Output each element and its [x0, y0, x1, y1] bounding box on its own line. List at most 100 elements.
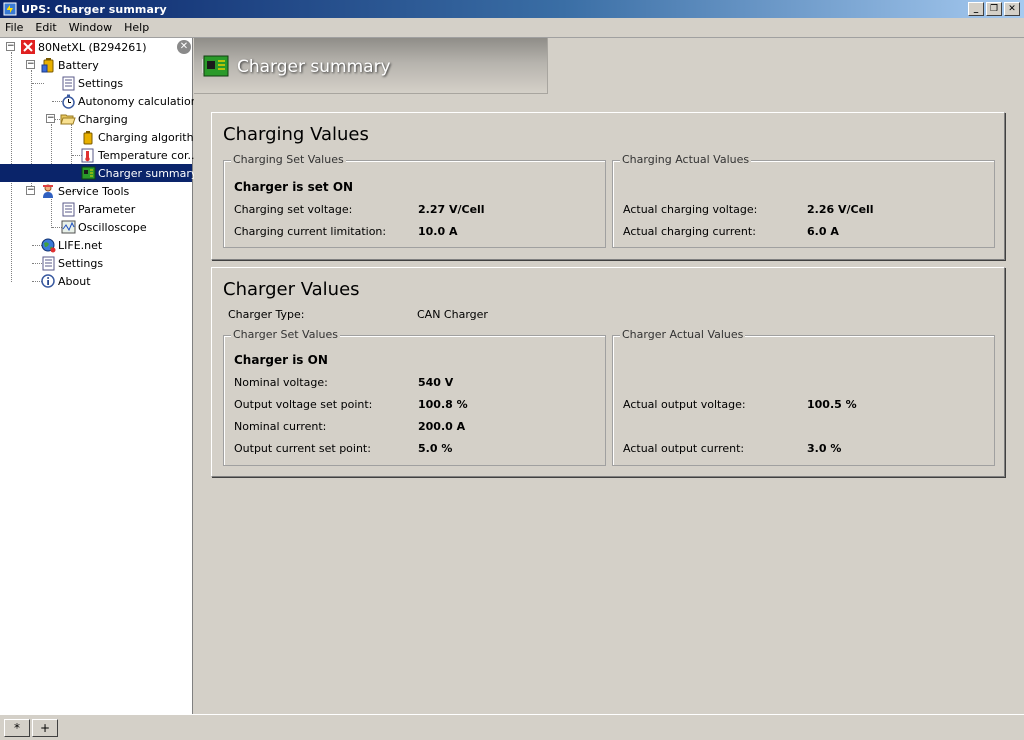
- tree-item-label: Settings: [78, 76, 124, 90]
- navigation-tree[interactable]: ✕ − − − − 80NetXL (B294261) Battery Sett…: [0, 38, 204, 714]
- charger-set-status: Charger is set ON: [234, 180, 354, 194]
- settings-page-icon: [60, 75, 76, 91]
- nominal-voltage-label: Nominal voltage:: [234, 376, 328, 389]
- tree-item-battery[interactable]: Battery: [40, 56, 99, 74]
- tree-item-about[interactable]: About: [40, 272, 91, 290]
- charger-board-icon: [80, 165, 96, 181]
- tree-item-label: Charger summary: [98, 166, 198, 180]
- tree-item-life-net[interactable]: LIFE.net: [40, 236, 102, 254]
- tree-item-autonomy-calculation[interactable]: Autonomy calculation: [60, 92, 198, 110]
- tree-collapse-toggle[interactable]: −: [46, 114, 55, 123]
- window-title: UPS: Charger summary: [21, 2, 167, 16]
- service-person-icon: [40, 183, 56, 199]
- charging-current-limit-value: 10.0 A: [418, 225, 458, 238]
- charging-actual-values-group: Charging Actual Values Actual charging v…: [612, 153, 995, 248]
- actual-output-voltage-label: Actual output voltage:: [623, 398, 746, 411]
- charger-status: Charger is ON: [234, 353, 328, 367]
- settings-page-icon: [40, 255, 56, 271]
- minimize-button[interactable]: _: [968, 2, 984, 16]
- charger-values-panel: Charger Values Charger Type: CAN Charger…: [211, 267, 1005, 477]
- tree-item-label: Battery: [58, 58, 99, 72]
- tree-item-label: Settings: [58, 256, 104, 270]
- tree-item-parameter[interactable]: Parameter: [60, 200, 135, 218]
- tree-collapse-toggle[interactable]: −: [26, 186, 35, 195]
- restore-button[interactable]: ❐: [986, 2, 1002, 16]
- ups-error-icon: [20, 39, 36, 55]
- charger-actual-values-group: Charger Actual Values Actual output volt…: [612, 328, 995, 466]
- menu-bar: File Edit Window Help: [0, 18, 1024, 38]
- star-button[interactable]: *: [4, 719, 30, 737]
- menu-edit[interactable]: Edit: [29, 21, 62, 34]
- oscilloscope-icon: [60, 219, 76, 235]
- actual-charging-voltage-value: 2.26 V/Cell: [807, 203, 874, 216]
- tree-item-charging[interactable]: Charging: [60, 110, 128, 128]
- charging-set-voltage-label: Charging set voltage:: [234, 203, 353, 216]
- tree-item-temperature-correction[interactable]: Temperature cor...: [80, 146, 198, 164]
- tree-item-label: LIFE.net: [58, 238, 103, 252]
- tree-item-label: Service Tools: [58, 184, 130, 198]
- tree-item-label: Charging: [78, 112, 128, 126]
- tree-item-label: Autonomy calculation: [78, 94, 198, 108]
- parameter-page-icon: [60, 201, 76, 217]
- charging-set-values-group: Charging Set Values Charger is set ON Ch…: [223, 153, 606, 248]
- output-current-set-point-value: 5.0 %: [418, 442, 453, 455]
- charging-current-limit-label: Charging current limitation:: [234, 225, 387, 238]
- tree-connector: [32, 83, 44, 84]
- menu-window[interactable]: Window: [63, 21, 118, 34]
- tree-item-charger-summary[interactable]: Charger summary: [0, 164, 197, 182]
- panel-title: Charging Values: [223, 124, 369, 145]
- menu-help[interactable]: Help: [118, 21, 155, 34]
- main-content: Charger summary Charging Values Charging…: [194, 38, 1024, 714]
- tree-item-oscilloscope[interactable]: Oscilloscope: [60, 218, 147, 236]
- page-header: Charger summary: [194, 38, 548, 94]
- charging-set-voltage-value: 2.27 V/Cell: [418, 203, 485, 216]
- tree-item-label: Oscilloscope: [78, 220, 147, 234]
- actual-output-current-label: Actual output current:: [623, 442, 745, 455]
- panel-title: Charger Values: [223, 279, 360, 300]
- add-button[interactable]: +: [32, 719, 58, 737]
- actual-output-voltage-value: 100.5 %: [807, 398, 857, 411]
- battery-small-icon: [80, 129, 96, 145]
- app-icon: [3, 2, 17, 16]
- actual-charging-current-label: Actual charging current:: [623, 225, 756, 238]
- info-icon: [40, 273, 56, 289]
- tree-collapse-toggle[interactable]: −: [6, 42, 15, 51]
- tree-item-service-tools[interactable]: Service Tools: [40, 182, 129, 200]
- close-button[interactable]: ✕: [1004, 2, 1020, 16]
- actual-output-current-value: 3.0 %: [807, 442, 842, 455]
- tree-item-label: 80NetXL (B294261): [38, 40, 147, 54]
- output-current-set-point-label: Output current set point:: [234, 442, 371, 455]
- folder-open-icon: [60, 111, 76, 127]
- tree-item-charging-algorithm[interactable]: Charging algorithm: [80, 128, 204, 146]
- actual-charging-current-value: 6.0 A: [807, 225, 839, 238]
- tree-item-label: Parameter: [78, 202, 136, 216]
- charger-set-values-group: Charger Set Values Charger is ON Nominal…: [223, 328, 606, 466]
- window-title-bar[interactable]: UPS: Charger summary _ ❐ ✕: [0, 0, 1024, 18]
- menu-file[interactable]: File: [0, 21, 29, 34]
- nominal-voltage-value: 540 V: [418, 376, 454, 389]
- status-bar: * +: [0, 714, 1024, 740]
- group-legend: Charging Set Values: [231, 153, 346, 166]
- nominal-current-label: Nominal current:: [234, 420, 327, 433]
- tree-item-battery-settings[interactable]: Settings: [60, 74, 123, 92]
- tree-connector: [51, 196, 52, 228]
- output-voltage-set-point-label: Output voltage set point:: [234, 398, 373, 411]
- page-title: Charger summary: [237, 57, 391, 77]
- charger-type-label: Charger Type:: [228, 308, 305, 321]
- close-tree-icon[interactable]: ✕: [177, 40, 191, 54]
- charging-values-panel: Charging Values Charging Set Values Char…: [211, 112, 1005, 260]
- tree-item-label: About: [58, 274, 91, 288]
- tree-collapse-toggle[interactable]: −: [26, 60, 35, 69]
- group-legend: Charger Set Values: [231, 328, 340, 341]
- battery-icon: [40, 57, 56, 73]
- group-legend: Charging Actual Values: [620, 153, 752, 166]
- actual-charging-voltage-label: Actual charging voltage:: [623, 203, 758, 216]
- group-legend: Charger Actual Values: [620, 328, 746, 341]
- charger-board-icon: [201, 53, 230, 82]
- tree-item-settings[interactable]: Settings: [40, 254, 103, 272]
- tree-item-ups[interactable]: 80NetXL (B294261): [20, 38, 147, 56]
- tree-item-label: Charging algorithm: [98, 130, 205, 144]
- globe-icon: [40, 237, 56, 253]
- charger-type-value: CAN Charger: [417, 308, 488, 321]
- tree-item-label: Temperature cor...: [98, 148, 198, 162]
